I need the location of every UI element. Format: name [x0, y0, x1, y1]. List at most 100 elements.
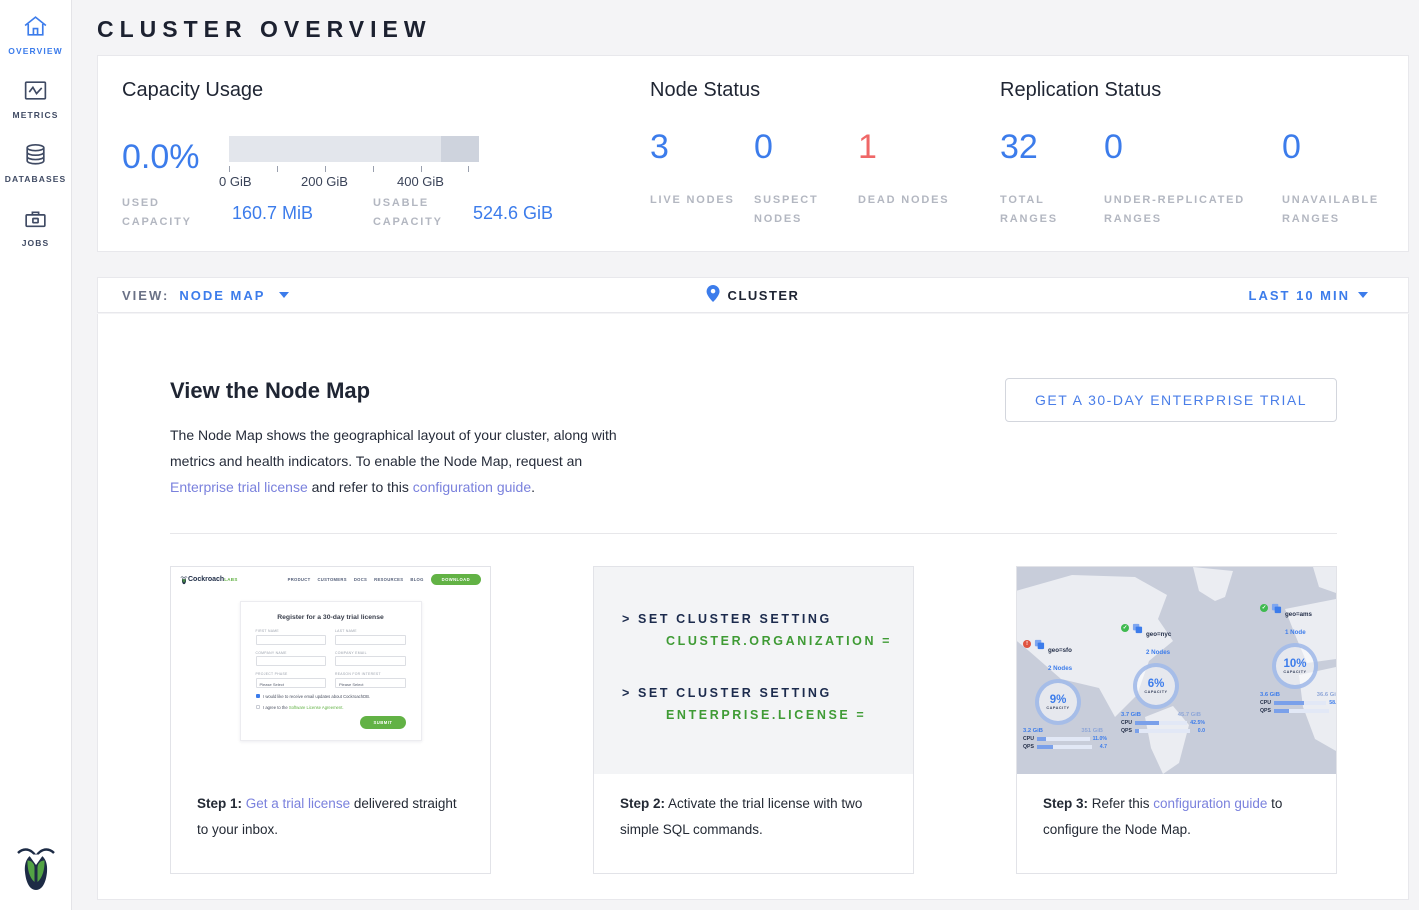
- usable-capacity-label: USABLE CAPACITY: [373, 194, 473, 233]
- view-label: VIEW:: [122, 288, 169, 303]
- map-locale-sfo: ! geo=sfo 2 Nodes 9% CAPACITY 3.2 GiB351…: [1023, 639, 1123, 750]
- used-capacity-label: USED CAPACITY: [122, 194, 232, 233]
- unavailable-ranges-label: UNAVAILABLE RANGES: [1282, 191, 1386, 230]
- sidebar: OVERVIEW METRICS DATABASES: [0, 0, 72, 910]
- step-3-caption: Step 3: Refer this configuration guide t…: [1017, 774, 1336, 873]
- mini-field-label: COMPANY NAME: [256, 651, 327, 655]
- cluster-summary-panel: Capacity Usage 0.0% 0 GiB 200 GiB 400 Gi…: [97, 55, 1409, 252]
- description-text: and refer to this: [308, 479, 413, 495]
- locale-name: geo=nyc: [1146, 631, 1171, 638]
- capacity-donut: 9% CAPACITY: [1035, 679, 1081, 725]
- used-capacity-value: 160.7 MiB: [232, 203, 373, 224]
- mini-nav-item: RESOURCES: [374, 577, 403, 582]
- locale-nodes: 1 Node: [1285, 629, 1306, 636]
- dead-nodes-value: 1: [858, 130, 962, 164]
- mini-nav-item: DOCS: [354, 577, 367, 582]
- configuration-guide-link[interactable]: configuration guide: [413, 479, 531, 495]
- capacity-percent: 0.0%: [122, 136, 229, 192]
- under-replicated-ranges-value: 0: [1104, 130, 1282, 164]
- dead-nodes-stat: 1 DEAD NODES: [858, 130, 962, 230]
- mini-checkbox-checked: [256, 694, 261, 699]
- mini-input: [256, 635, 327, 645]
- mini-checkbox-row: I agree to the Software License Agreemen…: [256, 705, 406, 710]
- mini-form-title: Register for a 30-day trial license: [256, 614, 406, 621]
- mini-field-label: COMPANY EMAIL: [335, 651, 406, 655]
- mini-site-nav: PRODUCT CUSTOMERS DOCS RESOURCES BLOG DO…: [288, 574, 481, 585]
- home-icon: [22, 14, 49, 39]
- step-label: Step 2:: [620, 796, 665, 811]
- breadcrumb-cluster[interactable]: CLUSTER: [707, 285, 800, 305]
- capacity-gauge-reserved-segment: [441, 136, 479, 162]
- live-nodes-label: LIVE NODES: [650, 191, 754, 210]
- page-title: CLUSTER OVERVIEW: [97, 16, 1409, 43]
- sidebar-item-label: JOBS: [22, 238, 50, 248]
- sql-command: > SET CLUSTER SETTING ENTERPRISE.LICENSE…: [622, 686, 913, 722]
- breadcrumb-label: CLUSTER: [728, 288, 800, 303]
- location-pin-icon: [707, 285, 720, 305]
- content-area: CLUSTER OVERVIEW Capacity Usage 0.0% 0 G…: [72, 0, 1419, 910]
- sidebar-item-metrics[interactable]: METRICS: [0, 78, 71, 120]
- chevron-down-icon: [1358, 292, 1368, 298]
- mini-input: [335, 656, 406, 666]
- sql-command: > SET CLUSTER SETTING CLUSTER.ORGANIZATI…: [622, 612, 913, 648]
- locale-nodes: 2 Nodes: [1048, 665, 1072, 672]
- live-nodes-stat: 3 LIVE NODES: [650, 130, 754, 230]
- view-selected-value: NODE MAP: [179, 288, 265, 303]
- view-selector-dropdown[interactable]: VIEW: NODE MAP: [122, 288, 289, 303]
- locale-name: geo=ams: [1285, 611, 1312, 618]
- capacity-gauge-bar: [229, 136, 479, 162]
- unavailable-ranges-stat: 0 UNAVAILABLE RANGES: [1282, 130, 1386, 230]
- get-trial-license-link[interactable]: Get a trial license: [246, 796, 350, 811]
- gauge-tick-label: 0 GiB: [219, 174, 252, 189]
- live-nodes-value: 3: [650, 130, 754, 164]
- node-map-heading: View the Node Map: [170, 378, 632, 404]
- enterprise-trial-license-link[interactable]: Enterprise trial license: [170, 479, 308, 495]
- step-2-caption: Step 2: Activate the trial license with …: [594, 774, 913, 873]
- description-text: .: [531, 479, 535, 495]
- node-map-intro: View the Node Map The Node Map shows the…: [170, 378, 632, 500]
- step-label: Step 3:: [1043, 796, 1088, 811]
- step-label: Step 1:: [197, 796, 242, 811]
- sidebar-item-label: OVERVIEW: [8, 46, 62, 56]
- gauge-tick-label: 200 GiB: [301, 174, 348, 189]
- node-status-title: Node Status: [650, 79, 1000, 102]
- mini-download-button: DOWNLOAD: [431, 574, 481, 585]
- mini-site: Cockroach LABS PRODUCT CUSTOMERS DOCS RE…: [171, 567, 490, 774]
- mini-select: Please Select: [335, 678, 406, 688]
- view-bar: VIEW: NODE MAP CLUSTER LAST 10 MIN: [97, 277, 1409, 313]
- capacity-gauge-axis: 0 GiB 200 GiB 400 GiB: [229, 162, 479, 192]
- mini-nav-item: BLOG: [410, 577, 423, 582]
- under-replicated-ranges-stat: 0 UNDER-REPLICATED RANGES: [1104, 130, 1282, 230]
- suspect-nodes-stat: 0 SUSPECT NODES: [754, 130, 858, 230]
- sidebar-item-label: METRICS: [13, 110, 59, 120]
- sql-code-area: > SET CLUSTER SETTING CLUSTER.ORGANIZATI…: [594, 567, 913, 774]
- time-range-dropdown[interactable]: LAST 10 MIN: [1249, 288, 1368, 303]
- sidebar-item-jobs[interactable]: JOBS: [0, 206, 71, 248]
- database-icon: [22, 142, 49, 167]
- enterprise-trial-button[interactable]: GET A 30-DAY ENTERPRISE TRIAL: [1005, 378, 1337, 422]
- configuration-guide-link[interactable]: configuration guide: [1153, 796, 1267, 811]
- total-ranges-value: 32: [1000, 130, 1104, 164]
- sidebar-item-label: DATABASES: [5, 174, 67, 184]
- usable-capacity-value: 524.6 GiB: [473, 203, 553, 224]
- sql-commands-illustration: > SET CLUSTER SETTING CLUSTER.ORGANIZATI…: [594, 567, 913, 774]
- capacity-usage-title: Capacity Usage: [122, 79, 650, 102]
- capacity-usage-section: Capacity Usage 0.0% 0 GiB 200 GiB 400 Gi…: [122, 79, 650, 251]
- step-3-card: ! geo=sfo 2 Nodes 9% CAPACITY 3.2 GiB351…: [1016, 566, 1337, 874]
- description-text: The Node Map shows the geographical layo…: [170, 427, 617, 469]
- cockroach-labs-logo: [180, 575, 188, 585]
- step-1-card: Cockroach LABS PRODUCT CUSTOMERS DOCS RE…: [170, 566, 491, 874]
- gauge-tick-label: 400 GiB: [397, 174, 444, 189]
- mini-brand-suffix: LABS: [224, 577, 237, 582]
- capacity-donut: 6% CAPACITY: [1133, 663, 1179, 709]
- sidebar-item-databases[interactable]: DATABASES: [0, 142, 71, 184]
- mini-field-label: FIRST NAME: [256, 629, 327, 633]
- trial-registration-screenshot: Cockroach LABS PRODUCT CUSTOMERS DOCS RE…: [171, 567, 490, 774]
- capacity-gauge: 0 GiB 200 GiB 400 GiB: [229, 136, 479, 192]
- ok-badge-icon: ✓: [1260, 604, 1268, 612]
- under-replicated-ranges-label: UNDER-REPLICATED RANGES: [1104, 191, 1282, 230]
- cockroachdb-logo-icon: [14, 841, 58, 898]
- sidebar-item-overview[interactable]: OVERVIEW: [0, 14, 71, 56]
- time-range-value: LAST 10 MIN: [1249, 288, 1350, 303]
- ok-badge-icon: ✓: [1121, 624, 1129, 632]
